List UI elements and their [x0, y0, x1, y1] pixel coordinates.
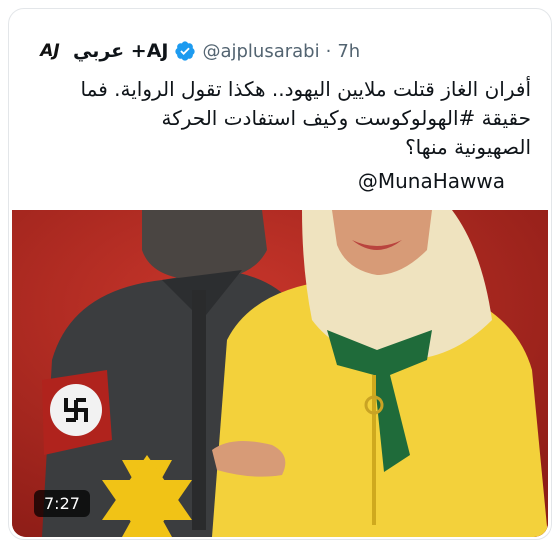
aj-plus-logo[interactable]: AJ	[33, 37, 67, 65]
video-thumbnail[interactable]: 7:27	[12, 210, 548, 537]
tweet-text-line: حقيقة #الهولوكوست وكيف استفادت الحركة	[161, 106, 531, 130]
video-frame-illustration	[12, 210, 548, 537]
tweet-text: أفران الغاز قتلت ملايين اليهود.. هكذا تق…	[29, 75, 531, 162]
verified-badge-icon	[175, 41, 196, 61]
tweet-time[interactable]: 7h	[337, 41, 360, 62]
account-handle[interactable]: @ajplusarabi	[202, 41, 319, 62]
tweet-text-line: أفران الغاز قتلت ملايين اليهود.. هكذا تق…	[80, 77, 531, 101]
tweet-text-line: الصهيونية منها؟	[405, 135, 531, 159]
account-name[interactable]: عربي +AJ	[73, 40, 168, 62]
video-duration-badge: 7:27	[34, 490, 90, 517]
separator-dot: ·	[325, 40, 332, 62]
tweet-card[interactable]: AJ عربي +AJ @ajplusarabi · 7h أفران الغا…	[8, 8, 552, 540]
tweet-header: AJ عربي +AJ @ajplusarabi · 7h	[29, 35, 531, 67]
mention-link[interactable]: @MunaHawwa	[358, 169, 505, 193]
